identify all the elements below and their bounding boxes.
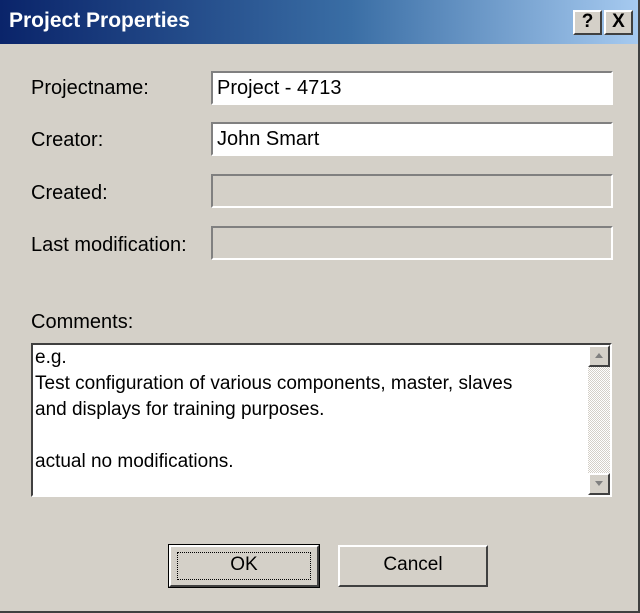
close-button[interactable]: X [604,10,633,35]
comments-label: Comments: [31,311,134,333]
scroll-up-button[interactable] [588,345,610,367]
arrow-down-icon [595,481,603,486]
created-label: Created: [31,182,108,204]
cancel-button[interactable]: Cancel [338,545,488,587]
help-button[interactable]: ? [573,10,602,35]
comments-text: e.g. Test configuration of various compo… [35,345,593,475]
comment-line: Test configuration of various components… [35,373,513,394]
creator-label: Creator: [31,129,104,151]
projectname-label: Projectname: [31,77,149,99]
comment-line: e.g. [35,347,67,368]
comment-line: actual no modifications. [35,451,234,472]
arrow-up-icon [595,353,603,358]
project-properties-dialog: Project Properties ? X Projectname: Crea… [0,0,640,613]
projectname-field[interactable] [211,71,613,105]
title-bar[interactable]: Project Properties ? X [0,0,638,44]
comment-line: and displays for training purposes. [35,399,325,420]
dialog-title: Project Properties [9,9,190,32]
focus-indicator [177,552,311,580]
comments-textarea[interactable]: e.g. Test configuration of various compo… [31,343,612,497]
comments-scrollbar[interactable] [588,345,610,495]
last-modification-label: Last modification: [31,234,187,256]
ok-button[interactable]: OK [168,544,320,588]
cancel-button-label: Cancel [383,554,443,575]
creator-field[interactable] [211,122,613,156]
comment-line [35,423,593,449]
last-modification-field [211,226,613,260]
created-field [211,174,613,208]
scroll-down-button[interactable] [588,473,610,495]
